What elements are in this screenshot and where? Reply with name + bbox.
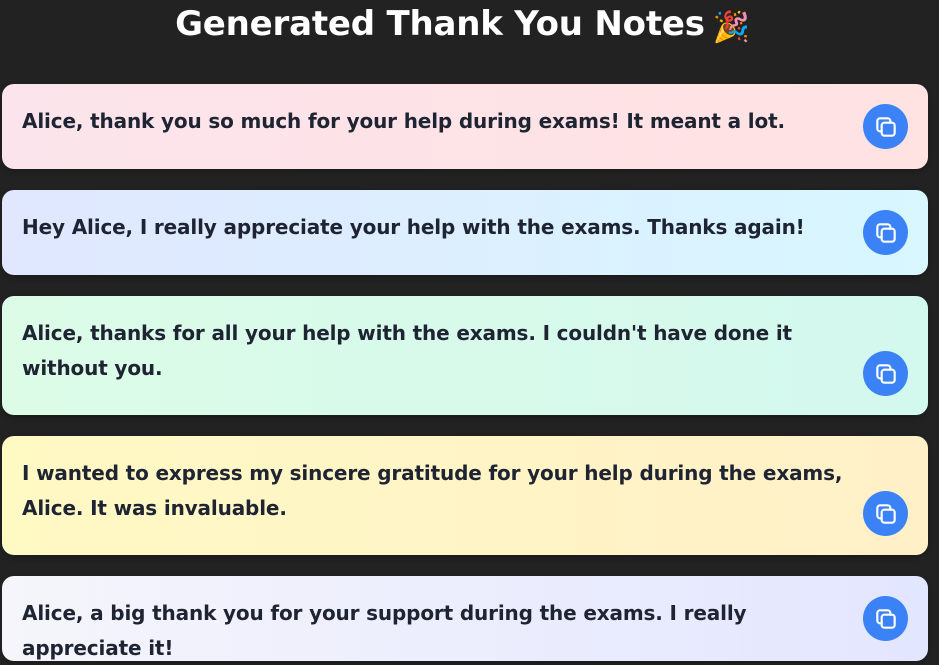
- note-text: I wanted to express my sincere gratitude…: [22, 461, 843, 520]
- notes-list: Alice, thank you so much for your help d…: [2, 84, 928, 665]
- copy-icon: [875, 503, 896, 524]
- copy-button[interactable]: [863, 104, 908, 149]
- note-text: Hey Alice, I really appreciate your help…: [22, 215, 805, 239]
- note-card: Alice, thanks for all your help with the…: [2, 296, 928, 415]
- page-title-text: Generated Thank You Notes: [175, 4, 705, 44]
- copy-button[interactable]: [863, 351, 908, 396]
- note-card: Alice, thank you so much for your help d…: [2, 84, 928, 169]
- copy-button[interactable]: [863, 210, 908, 255]
- copy-icon: [875, 363, 896, 384]
- page-title: Generated Thank You Notes 🎉: [0, 2, 925, 50]
- note-text: Alice, thanks for all your help with the…: [22, 321, 792, 380]
- copy-icon: [875, 608, 896, 629]
- note-card: Hey Alice, I really appreciate your help…: [2, 190, 928, 275]
- note-card: Alice, a big thank you for your support …: [2, 576, 928, 661]
- copy-icon: [875, 116, 896, 137]
- note-text: Alice, a big thank you for your support …: [22, 601, 747, 660]
- copy-icon: [875, 222, 896, 243]
- party-popper-icon: 🎉: [712, 10, 750, 45]
- note-text: Alice, thank you so much for your help d…: [22, 109, 785, 133]
- copy-button[interactable]: [863, 491, 908, 536]
- copy-button[interactable]: [863, 596, 908, 641]
- page: Generated Thank You Notes 🎉 Alice, thank …: [0, 0, 939, 665]
- note-card: I wanted to express my sincere gratitude…: [2, 436, 928, 555]
